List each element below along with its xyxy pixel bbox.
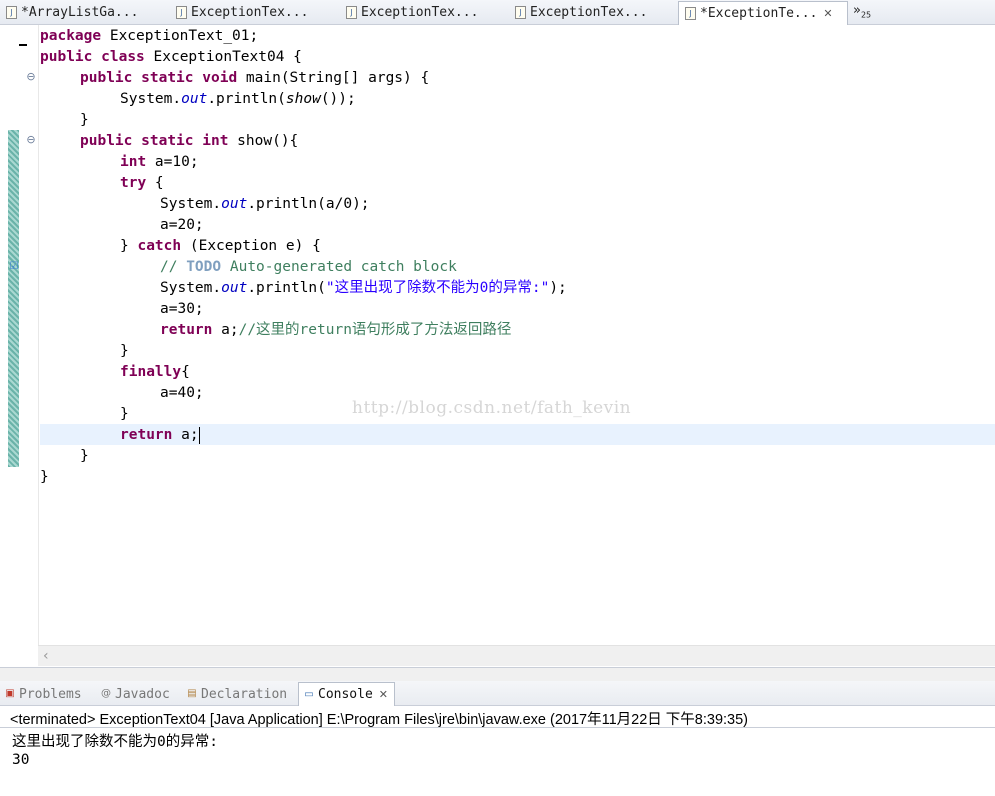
console-view[interactable]: <terminated> ExceptionText04 [Java Appli… (0, 706, 995, 796)
editor-tab-bar: J *ArrayListGa... J ExceptionTex... J Ex… (0, 0, 995, 25)
code-line: try { (120, 175, 164, 191)
tab-label: ExceptionTex... (361, 5, 479, 20)
code-line: return a;//这里的return语句形成了方法返回路径 (160, 322, 512, 338)
tab-label: Declaration (201, 686, 288, 702)
console-icon: ▭ (304, 688, 314, 700)
java-file-icon: J (346, 6, 357, 19)
chevron-double-right-icon: » (853, 3, 861, 18)
close-tab-icon[interactable]: ✕ (823, 7, 832, 20)
left-margin (0, 25, 7, 667)
code-line-current: return a; (120, 426, 200, 444)
panel-separator[interactable] (0, 667, 995, 682)
tab-label: *ArrayListGa... (21, 5, 139, 20)
code-line: package ExceptionText_01; (40, 28, 259, 44)
hidden-tab-count: 25 (860, 10, 872, 20)
editor-tab-arraylistga[interactable]: J *ArrayListGa... (0, 2, 168, 23)
fold-gutter (19, 25, 39, 645)
console-output-line: 30 (12, 752, 30, 768)
code-line: // TODO Auto-generated catch block (160, 259, 457, 275)
java-file-icon: J (515, 6, 526, 19)
code-line: public static void main(String[] args) { (80, 70, 430, 86)
view-tab-bar: ▣ Problems @ Javadoc ▤ Declaration ▭ Con… (0, 681, 995, 706)
editor-tab-exceptiontext-2[interactable]: J ExceptionTex... (340, 2, 508, 23)
close-console-icon[interactable]: ✕ (379, 688, 388, 701)
code-line: } (120, 406, 129, 422)
code-line: a=20; (160, 217, 204, 233)
code-line: System.out.println("这里出现了除数不能为0的异常:"); (160, 280, 567, 296)
tab-label: ExceptionTex... (191, 5, 309, 20)
tab-problems[interactable]: ▣ Problems (0, 684, 82, 704)
code-line: a=30; (160, 301, 204, 317)
tab-label: Javadoc (115, 686, 170, 702)
code-line: int a=10; (120, 154, 199, 170)
fold-collapse-icon[interactable]: ⊖ (26, 134, 36, 145)
tab-label: Console (318, 687, 373, 702)
code-editor[interactable]: ⊖ ⊖ ☑ package ExceptionText_01; public c… (0, 25, 995, 667)
code-line: } (80, 112, 89, 128)
tab-label: *ExceptionTe... (700, 6, 818, 21)
scroll-left-icon[interactable]: ‹ (43, 646, 49, 666)
text-caret (198, 426, 200, 444)
fold-collapse-icon[interactable]: ⊖ (26, 71, 36, 82)
editor-tab-exceptiontext-3[interactable]: J ExceptionTex... (509, 2, 677, 23)
horizontal-scrollbar[interactable]: ‹ (38, 645, 995, 666)
java-file-icon: J (176, 6, 187, 19)
javadoc-icon: @ (101, 688, 111, 699)
tab-javadoc[interactable]: @ Javadoc (96, 684, 170, 704)
code-line: } catch (Exception e) { (120, 238, 321, 254)
task-checkbox-icon: ☑ (9, 261, 19, 272)
code-line: System.out.println(show()); (120, 91, 356, 107)
console-status-header: <terminated> ExceptionText04 [Java Appli… (10, 712, 749, 728)
tab-overflow-button[interactable]: »25 (853, 3, 871, 20)
console-output-line: 这里出现了除数不能为0的异常: (12, 734, 218, 750)
tab-label: ExceptionTex... (530, 5, 648, 20)
code-line: public static int show(){ (80, 133, 299, 149)
editor-tab-exceptiontext-1[interactable]: J ExceptionTex... (170, 2, 338, 23)
watermark-text: http://blog.csdn.net/fath_kevin (352, 398, 632, 418)
code-line: public class ExceptionText04 { (40, 49, 302, 65)
problems-icon: ▣ (5, 688, 15, 699)
tab-console[interactable]: ▭ Console ✕ (298, 682, 396, 706)
tab-label: Problems (19, 686, 82, 702)
code-line: finally{ (120, 364, 190, 380)
quickdiff-change-bar (8, 130, 19, 467)
java-file-icon: J (6, 6, 17, 19)
code-line: } (40, 469, 49, 485)
editor-tab-exceptiontext04-active[interactable]: J *ExceptionTe... ✕ (678, 1, 848, 25)
code-line: System.out.println(a/0); (160, 196, 370, 212)
java-file-icon: J (685, 7, 696, 20)
console-divider (0, 727, 995, 728)
tab-declaration[interactable]: ▤ Declaration (182, 684, 287, 704)
code-line: } (120, 343, 129, 359)
code-line: a=40; (160, 385, 204, 401)
code-line: } (80, 448, 89, 464)
line-marker (19, 44, 27, 46)
declaration-icon: ▤ (187, 688, 197, 699)
